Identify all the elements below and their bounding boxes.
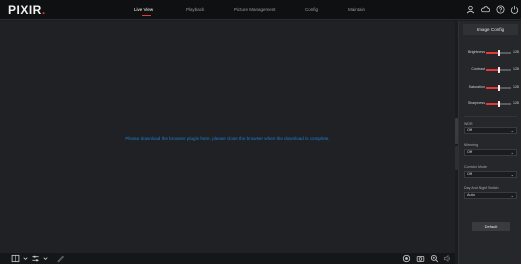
mirroring-select[interactable]: Off ⌄ <box>464 149 517 156</box>
brightness-slider-row: Brightness 128 <box>459 49 521 57</box>
brightness-value: 128 <box>513 50 519 54</box>
sharpness-slider-row: Sharpness 128 <box>459 100 521 108</box>
stream-icon[interactable] <box>31 254 40 263</box>
brightness-slider[interactable] <box>486 50 511 56</box>
screen-layout-icon[interactable] <box>11 254 20 263</box>
record-icon[interactable] <box>402 254 411 263</box>
brightness-slider-thumb[interactable] <box>497 50 500 56</box>
bottom-toolbar <box>0 253 455 264</box>
chevron-down-icon: ⌄ <box>510 150 514 155</box>
saturation-label: Saturation <box>468 85 485 89</box>
contrast-label: Contrast <box>471 67 485 71</box>
mirroring-value: Off <box>467 150 472 154</box>
image-config-panel: Image Config Brightness 128 Contrast 128… <box>458 21 521 264</box>
chevron-down-icon[interactable] <box>21 254 30 263</box>
wdr-value: Off <box>467 128 472 132</box>
brand-logo-dot: . <box>41 3 46 17</box>
contrast-slider-fill <box>486 69 499 71</box>
help-icon[interactable] <box>496 5 505 14</box>
brand-logo-text: PIXIR <box>8 3 42 17</box>
divider <box>464 116 517 117</box>
saturation-slider-fill <box>486 87 499 89</box>
live-view-area[interactable]: Please download the browser plugin here,… <box>0 21 455 253</box>
contrast-slider[interactable] <box>486 67 511 73</box>
plugin-download-message[interactable]: Please download the browser plugin here,… <box>0 136 455 141</box>
contrast-slider-thumb[interactable] <box>497 67 500 73</box>
sharpness-slider-thumb[interactable] <box>497 101 500 107</box>
tab-config[interactable]: Config <box>305 7 318 12</box>
panel-title: Image Config <box>463 24 518 35</box>
sharpness-label: Sharpness <box>467 101 485 105</box>
power-icon[interactable] <box>510 5 519 14</box>
brightness-slider-fill <box>486 52 499 54</box>
tab-playback[interactable]: Playback <box>186 7 204 12</box>
sharpness-slider-fill <box>486 103 499 105</box>
saturation-slider[interactable] <box>486 85 511 91</box>
default-button[interactable]: Default <box>472 222 510 231</box>
corridor-mode-value: Off <box>467 172 472 176</box>
chevron-down-icon: ⌄ <box>510 128 514 133</box>
day-night-switch-value: Auto <box>467 193 475 197</box>
sharpness-slider[interactable] <box>486 101 511 107</box>
day-night-switch-label: Day And Night Switch <box>464 186 499 190</box>
camera-icon[interactable] <box>416 254 425 263</box>
tab-maintain[interactable]: Maintain <box>348 7 365 12</box>
contrast-slider-row: Contrast 128 <box>459 66 521 74</box>
contrast-value: 128 <box>513 67 519 71</box>
brightness-label: Brightness <box>468 50 485 54</box>
chevron-down-icon[interactable] <box>41 254 50 263</box>
tab-live-view[interactable]: Live View <box>134 7 153 12</box>
corridor-mode-label: Corridor Mode <box>464 165 487 169</box>
pen-icon[interactable] <box>56 254 65 263</box>
corridor-mode-select[interactable]: Off ⌄ <box>464 171 517 178</box>
sharpness-value: 128 <box>513 101 519 105</box>
active-tab-indicator <box>142 15 151 16</box>
wdr-label: WDR <box>464 122 473 126</box>
user-icon[interactable] <box>466 5 475 14</box>
saturation-value: 128 <box>513 85 519 89</box>
day-night-switch-select[interactable]: Auto ⌄ <box>464 192 517 199</box>
brand-logo: PIXIR. <box>8 3 46 17</box>
saturation-slider-row: Saturation 128 <box>459 84 521 92</box>
saturation-slider-thumb[interactable] <box>497 85 500 91</box>
cloud-icon[interactable] <box>481 5 490 14</box>
wdr-select[interactable]: Off ⌄ <box>464 127 517 134</box>
top-navigation-bar: PIXIR. Live View Playback Picture Manage… <box>0 0 521 20</box>
chevron-down-icon: ⌄ <box>510 172 514 177</box>
chevron-down-icon: ⌄ <box>510 193 514 198</box>
tab-picture-management[interactable]: Picture Management <box>234 7 276 12</box>
zoom-icon[interactable] <box>430 254 439 263</box>
mirroring-label: Mirroring <box>464 143 479 147</box>
audio-icon[interactable] <box>443 254 452 263</box>
